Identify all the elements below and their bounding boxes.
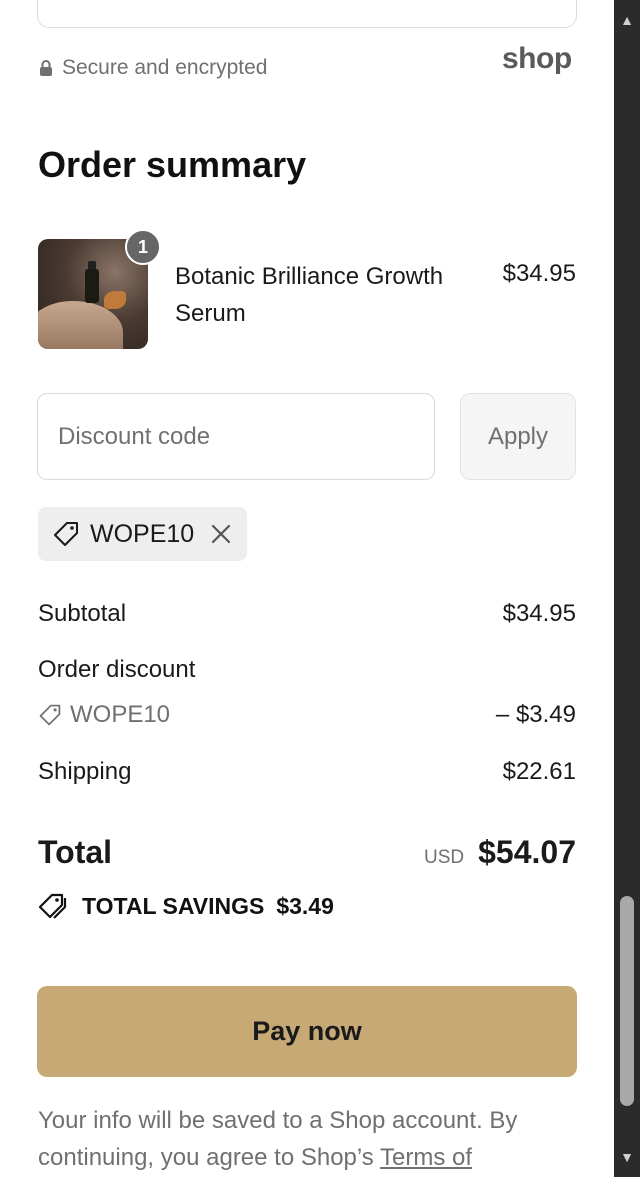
subtotal-value: $34.95 [502, 600, 576, 627]
secure-notice: Secure and encrypted [38, 56, 267, 80]
shipping-value: $22.61 [502, 758, 576, 785]
total-label: Total [38, 834, 113, 870]
applied-discount-chip: WOPE10 [38, 507, 247, 561]
product-price: $34.95 [502, 260, 576, 287]
checkout-page: Secure and encrypted shop Order summary … [0, 0, 614, 1177]
scrollbar-thumb[interactable] [620, 896, 634, 1106]
total-amount: $54.07 [478, 834, 576, 870]
remove-discount-icon[interactable] [210, 523, 232, 545]
subtotal-label: Subtotal [38, 600, 127, 627]
savings-label: TOTAL SAVINGS [82, 892, 265, 919]
secure-text: Secure and encrypted [62, 56, 268, 79]
apply-button[interactable]: Apply [460, 393, 576, 480]
terms-link[interactable]: Terms of [380, 1144, 472, 1171]
scrollbar[interactable]: ▲ ▼ [614, 0, 640, 1177]
shop-logo: shop [502, 42, 572, 75]
lock-icon [40, 60, 52, 76]
quantity-badge: 1 [125, 229, 161, 265]
shipping-label: Shipping [38, 758, 132, 785]
thumbnail-flower [104, 291, 126, 309]
savings-tag-icon [38, 893, 67, 919]
discount-code-text: WOPE10 [70, 701, 171, 728]
order-summary-title: Order summary [38, 144, 307, 185]
tag-icon [54, 522, 78, 546]
card-divider [74, 0, 540, 2]
tag-icon [39, 704, 61, 726]
payment-card-partial [37, 0, 577, 28]
product-name: Botanic Brilliance Growth Serum [175, 263, 444, 327]
scroll-up-arrow-icon[interactable]: ▲ [614, 0, 640, 40]
discount-code-line: WOPE10 [38, 701, 170, 729]
subtotal-row: Subtotal $34.95 [38, 600, 576, 628]
total-row: Total USD $54.07 [38, 834, 576, 871]
pay-now-button[interactable]: Pay now [37, 986, 577, 1077]
currency-code: USD [424, 847, 465, 868]
scroll-down-arrow-icon[interactable]: ▼ [614, 1137, 640, 1177]
order-discount-row: Order discount [38, 656, 576, 684]
applied-discount-code: WOPE10 [90, 519, 195, 548]
savings-value: $3.49 [276, 892, 334, 919]
shipping-row: Shipping $22.61 [38, 758, 576, 786]
discount-value: – $3.49 [495, 701, 576, 728]
total-savings: TOTAL SAVINGS $3.49 [38, 892, 334, 920]
order-discount-label: Order discount [38, 656, 196, 683]
discount-code-input[interactable] [37, 393, 435, 480]
footer-notice: Your info will be saved to a Shop accoun… [38, 1102, 578, 1176]
thumbnail-bottle [85, 269, 99, 303]
total-amount-group: USD $54.07 [424, 834, 576, 871]
discount-code-row: WOPE10 – $3.49 [38, 701, 576, 729]
